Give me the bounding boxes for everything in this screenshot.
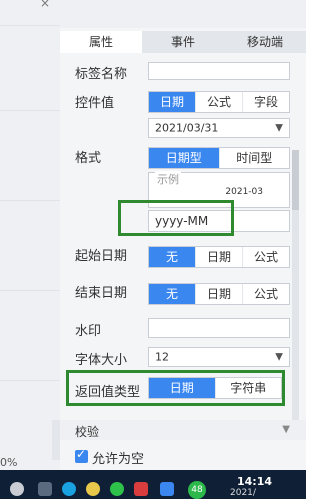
- font-size-value: 12: [155, 350, 169, 364]
- start-date-toggle: 无 日期 公式: [148, 246, 290, 268]
- tag-name-label: 标签名称: [75, 67, 128, 82]
- end-date-label: 结束日期: [75, 286, 128, 301]
- clock-time: 14:14: [237, 475, 273, 488]
- watermark-input[interactable]: [148, 318, 290, 338]
- app-icon[interactable]: [38, 482, 52, 496]
- sample-preview: 2021-03: [225, 187, 263, 197]
- format-date-option[interactable]: 日期型: [149, 148, 219, 168]
- format-time-option[interactable]: 时间型: [218, 148, 290, 168]
- format-label: 格式: [75, 151, 102, 166]
- sample-legend: 示例: [155, 171, 181, 187]
- tab-events[interactable]: 事件: [142, 31, 224, 53]
- chevron-down-icon: ▼: [275, 122, 283, 134]
- end-date-date-option[interactable]: 日期: [195, 284, 242, 304]
- control-value-date-value: 2021/03/31: [155, 121, 219, 135]
- control-value-date-select[interactable]: 2021/03/31 ▼: [148, 118, 290, 138]
- app-icon[interactable]: [160, 482, 174, 496]
- allow-empty-label: 允许为空: [92, 452, 145, 467]
- chevron-down-icon: ▼: [282, 424, 290, 435]
- close-icon[interactable]: ×: [40, 0, 50, 10]
- taskbar: 48 14:14 2021/: [0, 470, 306, 499]
- end-date-toggle: 无 日期 公式: [148, 283, 290, 305]
- divider: [0, 110, 60, 111]
- divider: [0, 290, 60, 291]
- control-value-label: 控件值: [75, 96, 115, 111]
- font-size-select[interactable]: 12 ▼: [148, 347, 290, 367]
- highlight-box-return-type: [66, 370, 285, 406]
- start-icon[interactable]: [10, 482, 24, 496]
- panel-tabs: 属性 事件 移动端: [60, 31, 306, 53]
- watermark-label: 水印: [75, 324, 102, 339]
- wechat-icon[interactable]: [110, 482, 124, 496]
- app-icon[interactable]: [134, 482, 148, 496]
- clock-date: 2021/: [230, 488, 256, 498]
- highlight-box-format: [118, 200, 234, 236]
- scrollbar-thumb[interactable]: [292, 150, 299, 210]
- tab-properties[interactable]: 属性: [60, 31, 142, 53]
- notification-badge[interactable]: 48: [188, 481, 206, 499]
- allow-empty-checkbox[interactable]: ✓: [75, 447, 88, 463]
- divider: [0, 200, 60, 201]
- browser-icon[interactable]: [62, 482, 76, 496]
- start-date-formula-option[interactable]: 公式: [242, 247, 289, 267]
- panel-scrollbar[interactable]: [292, 150, 299, 420]
- chevron-down-icon: ▼: [275, 351, 283, 363]
- scrollbar[interactable]: [52, 420, 60, 460]
- start-date-none-option[interactable]: 无: [149, 247, 195, 267]
- control-value-date-option[interactable]: 日期: [149, 92, 195, 112]
- tag-name-input[interactable]: [148, 62, 290, 80]
- control-value-toggle: 日期 公式 字段: [148, 91, 290, 113]
- panel-header: [60, 0, 306, 28]
- start-date-label: 起始日期: [75, 249, 128, 264]
- tab-mobile[interactable]: 移动端: [224, 31, 306, 53]
- zoom-percent: 0%: [0, 456, 18, 469]
- start-date-date-option[interactable]: 日期: [195, 247, 242, 267]
- format-type-toggle: 日期型 时间型: [148, 147, 290, 169]
- end-date-formula-option[interactable]: 公式: [242, 284, 289, 304]
- qq-icon[interactable]: [86, 482, 100, 496]
- control-value-field-option[interactable]: 字段: [242, 92, 289, 112]
- control-value-formula-option[interactable]: 公式: [195, 92, 242, 112]
- check-icon: ✓: [76, 447, 87, 461]
- font-size-label: 字体大小: [75, 353, 128, 368]
- end-date-none-option[interactable]: 无: [149, 284, 195, 304]
- validation-title: 校验: [75, 425, 100, 439]
- divider: [0, 25, 60, 26]
- validation-section[interactable]: 校验 ▼: [60, 420, 306, 440]
- divider: [0, 380, 60, 381]
- left-panel-strip: × 0%: [0, 0, 61, 470]
